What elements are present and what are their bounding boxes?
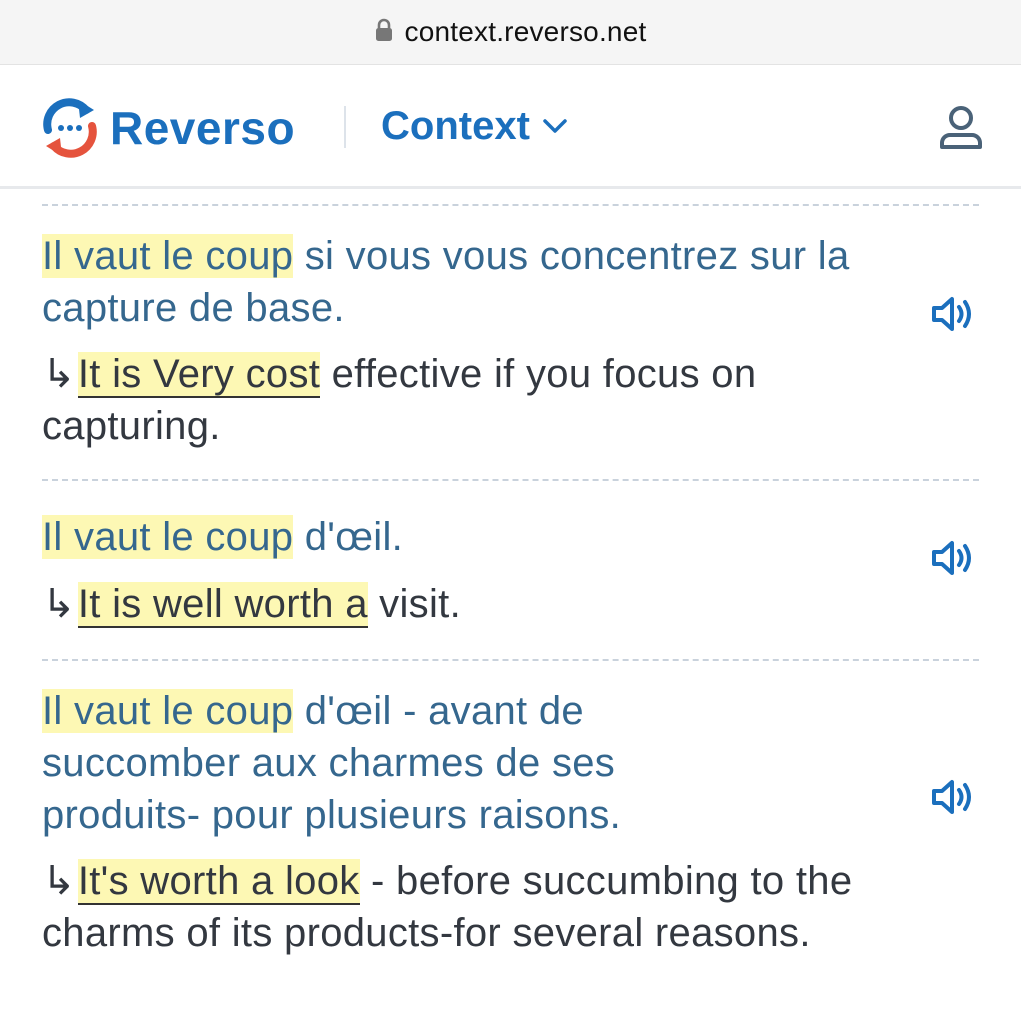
target-highlight: It is Very cost: [77, 352, 321, 398]
lock-icon: [375, 18, 393, 47]
speaker-icon[interactable]: [930, 777, 976, 822]
target-sentence: ↳It is well worth a visit.: [42, 578, 882, 630]
source-highlight: Il vaut le coup: [42, 515, 294, 559]
target-rest: visit.: [367, 582, 461, 626]
example-divider: [42, 204, 979, 206]
site-header: Reverso Context: [0, 65, 1021, 189]
example-divider: [42, 479, 979, 481]
return-arrow-icon: ↳: [42, 582, 76, 626]
product-label: Context: [381, 104, 530, 148]
user-icon[interactable]: [938, 105, 984, 156]
reverso-logo-icon[interactable]: [40, 96, 100, 163]
example-divider: [42, 659, 979, 661]
target-highlight: It's worth a look: [77, 859, 360, 905]
speaker-icon[interactable]: [930, 294, 976, 339]
header-divider: [344, 106, 346, 148]
url-text: context.reverso.net: [404, 16, 647, 47]
source-sentence: Il vaut le coup d'œil - avant de succomb…: [42, 685, 742, 841]
source-sentence: Il vaut le coup d'œil.: [42, 511, 872, 563]
product-switcher[interactable]: Context: [381, 104, 568, 149]
return-arrow-icon: ↳: [42, 859, 76, 903]
source-highlight: Il vaut le coup: [42, 234, 294, 278]
brand-name[interactable]: Reverso: [110, 101, 295, 155]
chevron-down-icon: [542, 117, 568, 140]
browser-url-bar[interactable]: context.reverso.net: [0, 0, 1021, 65]
target-highlight: It is well worth a: [77, 582, 368, 628]
return-arrow-icon: ↳: [42, 352, 76, 396]
target-sentence: ↳It is Very cost effective if you focus …: [42, 348, 882, 452]
source-sentence: Il vaut le coup si vous vous concentrez …: [42, 230, 872, 334]
source-highlight: Il vaut le coup: [42, 689, 294, 733]
target-sentence: ↳It's worth a look - before succumbing t…: [42, 855, 882, 959]
speaker-icon[interactable]: [930, 538, 976, 583]
source-rest: d'œil.: [293, 515, 404, 559]
